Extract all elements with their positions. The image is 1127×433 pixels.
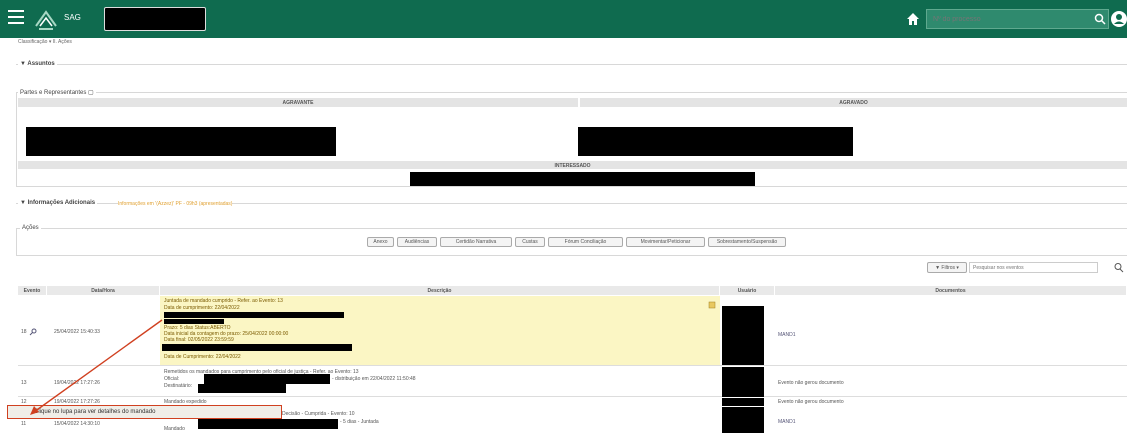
desc-line: - 5 dias - Juntada [340, 419, 379, 425]
redacted-user [722, 407, 764, 433]
assuntos-toggle[interactable]: ▼ Assuntos [18, 61, 57, 67]
redacted-text [198, 384, 286, 393]
agravado-header: AGRAVADO [580, 98, 1127, 107]
event-datetime: 15/04/2022 14:30:10 [54, 421, 100, 427]
info-adicionais-toggle[interactable]: ▼ Informações Adicionais [18, 200, 98, 206]
desc-line: Data final: 02/05/2022 23:59:59 [164, 337, 234, 343]
redacted-text [162, 344, 352, 351]
app-name: SAG [64, 13, 81, 22]
desc-line: Data de cumprimento: 22/04/2022 [164, 305, 240, 311]
redacted-text [164, 312, 344, 318]
desc-line: Juntada de mandado cumprido - Refer. ao … [164, 298, 283, 304]
document-icon[interactable] [708, 301, 716, 309]
partes-legend[interactable]: Partes e Representantes ▢ [18, 89, 96, 96]
action-certidao-button[interactable]: Certidão Narrativa [440, 237, 512, 247]
event-search-icon[interactable] [1113, 262, 1125, 273]
info-note: Informações em '(Azzez)' PF - 09h3 (apre… [118, 201, 233, 207]
search-icon[interactable] [1094, 13, 1106, 25]
col-descricao-header[interactable]: Descrição [160, 286, 720, 295]
redacted-user [722, 367, 764, 397]
filter-button[interactable]: ▼ Filtros ▾ [927, 262, 967, 273]
document-status: Evento não gerou documento [778, 380, 844, 386]
acoes-legend: Ações [20, 225, 41, 231]
action-anexo-button[interactable]: Anexo [367, 237, 394, 247]
user-avatar-icon[interactable] [1110, 9, 1127, 29]
logo-icon [35, 10, 57, 30]
document-status: Evento não gerou documento [778, 399, 844, 405]
redacted-agravado [578, 127, 853, 156]
redacted-user [722, 398, 764, 406]
table-row: 18 25/04/2022 15:40:33 Juntada de mandad… [18, 296, 1127, 366]
redacted-user-name [104, 7, 206, 31]
col-datahora-header[interactable]: Data/Hora [47, 286, 160, 295]
assuntos-divider [16, 64, 1127, 65]
annotation-arrow-icon [30, 319, 163, 415]
process-search-input[interactable] [926, 9, 1109, 29]
agravante-header: AGRAVANTE [18, 98, 578, 107]
action-sobrestamento-button[interactable]: Sobrestamento/Suspensão [708, 237, 786, 247]
action-audiencias-button[interactable]: Audiências [397, 237, 437, 247]
document-link[interactable]: MAND1 [778, 419, 796, 425]
col-usuario-header[interactable]: Usuário [720, 286, 775, 295]
event-search-input[interactable] [969, 262, 1098, 273]
action-forum-button[interactable]: Fórum Conciliação [548, 237, 623, 247]
action-movimentar-button[interactable]: Movimentar/Peticionar [626, 237, 705, 247]
document-link[interactable]: MAND1 [778, 332, 796, 338]
redacted-interessado [410, 172, 755, 186]
desc-line: Mandado [164, 426, 185, 432]
table-row: 13 19/04/2022 17:27:26 Remetidos os mand… [18, 367, 1127, 397]
top-navigation-bar: SAG [0, 0, 1127, 38]
redacted-agravante [26, 127, 336, 156]
desc-line: Decisão - Cumprida - Evento: 10 [282, 411, 355, 417]
interessado-header: INTERESSADO [18, 161, 1127, 169]
col-evento-header[interactable]: Evento [18, 286, 47, 295]
action-custas-button[interactable]: Custas [515, 237, 545, 247]
redacted-text [164, 319, 224, 324]
redacted-user [722, 306, 764, 365]
redacted-text [198, 419, 338, 429]
desc-line: - distribuição em 22/04/2022 11:50:48 [332, 376, 416, 382]
event-number: 11 [21, 421, 27, 427]
home-icon[interactable] [906, 12, 920, 26]
hamburger-menu-icon[interactable] [8, 10, 24, 24]
desc-line: Data de Cumprimento: 22/04/2022 [164, 354, 241, 360]
redacted-text [204, 374, 330, 384]
top-partial-text: Classificação ▾ II. Ações [18, 39, 72, 45]
col-documentos-header[interactable]: Documentos [775, 286, 1127, 295]
